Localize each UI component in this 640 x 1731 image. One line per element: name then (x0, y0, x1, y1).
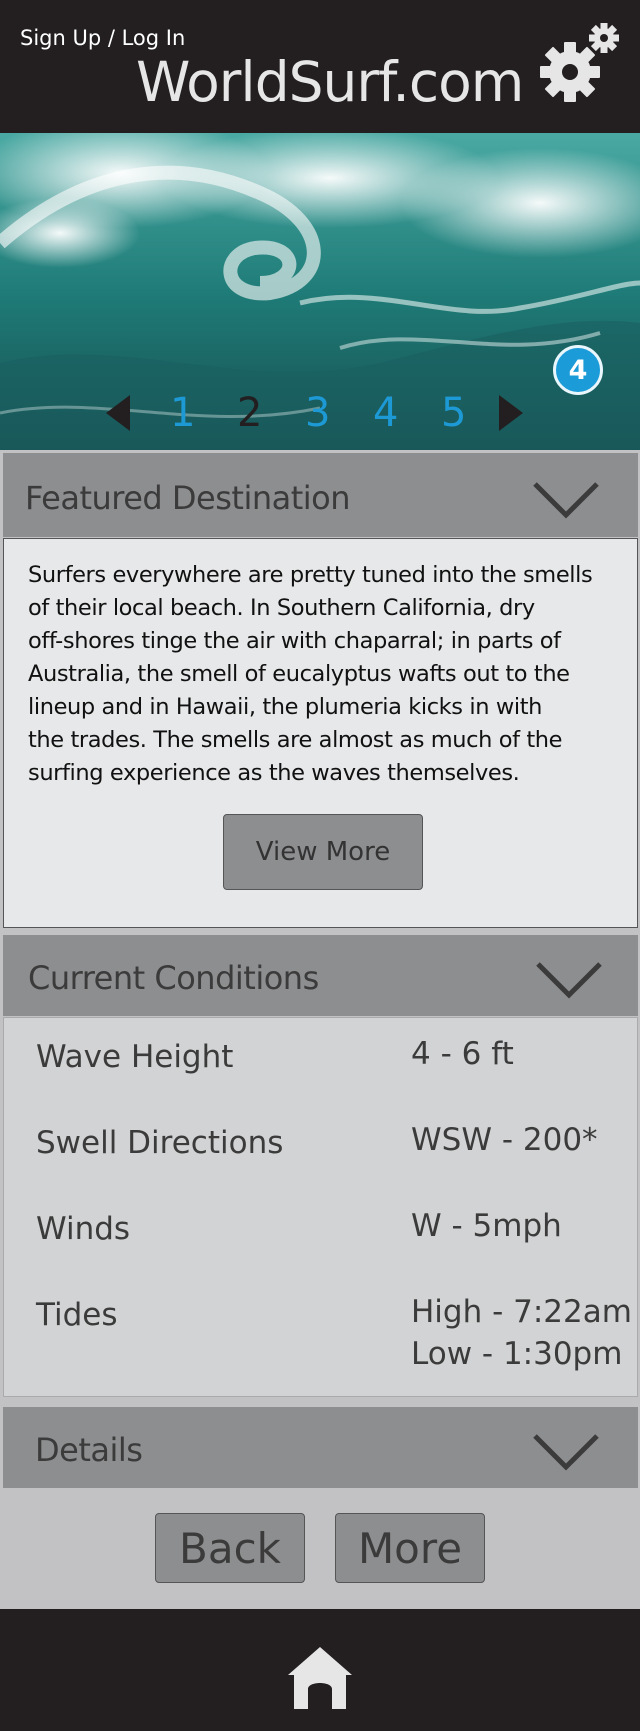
site-title: WorldSurf.com (136, 50, 524, 114)
chevron-down-icon (536, 962, 602, 999)
wave-height-value: 4 - 6 ft (411, 1036, 514, 1072)
tides-label: Tides (36, 1297, 118, 1333)
details-header[interactable]: Details (3, 1407, 638, 1488)
tides-low-value: Low - 1:30pm (411, 1336, 623, 1372)
featured-description: Surfers everywhere are pretty tuned into… (28, 559, 633, 790)
chevron-right-icon[interactable] (497, 393, 525, 433)
chevron-down-icon (533, 482, 599, 519)
footer-bar (0, 1609, 640, 1731)
current-conditions-panel: Wave Height 4 - 6 ft Swell Directions WS… (3, 1017, 638, 1397)
description-line: of their local beach. In Southern Califo… (28, 595, 535, 621)
description-line: Surfers everywhere are pretty tuned into… (28, 562, 593, 588)
tides-high-value: High - 7:22am (411, 1294, 632, 1330)
featured-destination-panel: Surfers everywhere are pretty tuned into… (3, 538, 638, 928)
wave-height-label: Wave Height (36, 1039, 234, 1075)
page-1[interactable]: 1 (170, 390, 195, 436)
description-line: Australia, the smell of eucalyptus wafts… (28, 661, 570, 687)
settings-button[interactable] (540, 20, 622, 102)
more-button[interactable]: More (335, 1513, 485, 1583)
page-2[interactable]: 2 (237, 390, 262, 436)
sign-up-login-link[interactable]: Sign Up / Log In (20, 26, 185, 50)
view-more-button[interactable]: View More (223, 814, 423, 890)
home-icon[interactable] (286, 1645, 354, 1711)
winds-value: W - 5mph (411, 1208, 562, 1244)
page-5[interactable]: 5 (441, 390, 466, 436)
carousel-pager: 1 2 3 4 5 (0, 388, 640, 444)
current-conditions-title: Current Conditions (28, 959, 319, 997)
swell-directions-label: Swell Directions (36, 1125, 284, 1161)
app-header: Sign Up / Log In WorldSurf.com (0, 0, 640, 133)
back-button[interactable]: Back (155, 1513, 305, 1583)
details-title: Details (35, 1431, 143, 1469)
featured-destination-header[interactable]: Featured Destination (3, 453, 638, 537)
description-line: the trades. The smells are almost as muc… (28, 727, 563, 753)
chevron-down-icon (533, 1434, 599, 1471)
page-3[interactable]: 3 (305, 390, 330, 436)
winds-label: Winds (36, 1211, 131, 1247)
description-line: surfing experience as the waves themselv… (28, 760, 520, 786)
description-line: off-shores tinge the air with chaparral;… (28, 628, 561, 654)
description-line: lineup and in Hawaii, the plumeria kicks… (28, 694, 542, 720)
chevron-left-icon[interactable] (104, 393, 132, 433)
swell-directions-value: WSW - 200* (411, 1122, 598, 1158)
gear-icon (540, 23, 619, 102)
current-conditions-header[interactable]: Current Conditions (3, 935, 638, 1016)
featured-destination-title: Featured Destination (25, 479, 351, 517)
page-4[interactable]: 4 (373, 390, 398, 436)
